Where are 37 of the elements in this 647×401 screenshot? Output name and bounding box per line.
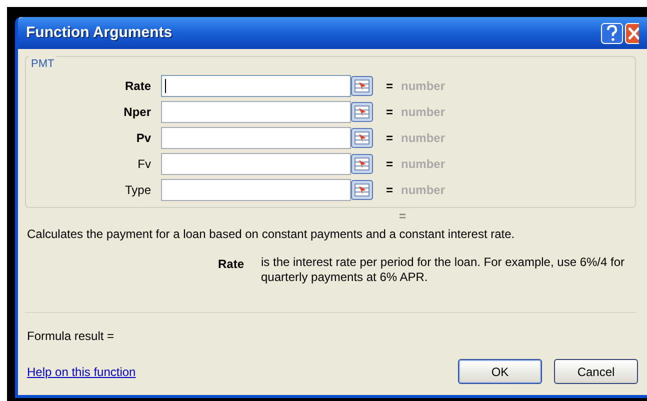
equals-sign: = (386, 104, 394, 121)
argument-value: number (401, 78, 446, 95)
range-select-icon[interactable] (351, 180, 373, 200)
range-select-icon[interactable] (351, 128, 373, 148)
argument-field[interactable] (161, 101, 351, 123)
equals-sign: = (386, 182, 394, 199)
argument-label: Pv (135, 130, 152, 147)
function-result: = (399, 209, 408, 223)
range-select-icon[interactable] (351, 76, 373, 96)
function-description: Calculates the payment for a loan based on constant payments and a constant interest rate. (27, 226, 516, 243)
argument-description: is the interest rate per period for the loan. For example, use 6%/4 for quarterly payments at 6% APR. (261, 255, 626, 285)
argument-field[interactable] (161, 75, 351, 97)
close-icon[interactable] (625, 22, 639, 44)
range-select-icon[interactable] (351, 154, 373, 174)
equals-sign: = (386, 156, 394, 173)
dialog-button[interactable]: Cancel (554, 359, 638, 384)
text-cursor (165, 79, 166, 93)
window-title: Function Arguments (26, 22, 172, 43)
formula-result: Formula result = (27, 328, 116, 345)
argument-label: Type (124, 182, 152, 199)
argument-label: Nper (122, 104, 152, 121)
argument-label: Rate (124, 78, 152, 95)
argument-value: number (401, 130, 446, 147)
dialog-button[interactable]: OK (458, 359, 542, 384)
argument-value: number (401, 182, 446, 199)
argument-field[interactable] (161, 153, 351, 175)
argument-label: Fv (136, 156, 152, 173)
argument-value: number (401, 156, 446, 173)
range-select-icon[interactable] (351, 102, 373, 122)
equals-sign: = (386, 130, 394, 147)
equals-sign: = (386, 78, 394, 95)
argument-name: Rate (218, 256, 246, 273)
help-link[interactable]: Help on this function (27, 362, 136, 380)
argument-field[interactable] (161, 179, 351, 201)
argument-value: number (401, 104, 446, 121)
help-icon[interactable] (601, 22, 623, 44)
argument-field[interactable] (161, 127, 351, 149)
